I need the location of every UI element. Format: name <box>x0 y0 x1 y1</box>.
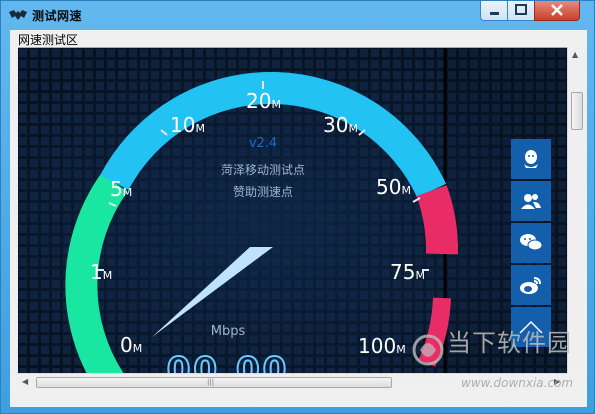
contacts-icon <box>521 194 541 209</box>
window-title: 测试网速 <box>32 9 83 23</box>
bat-logo-icon <box>9 10 27 20</box>
horizontal-scroll-thumb[interactable]: ||| <box>36 377 392 388</box>
share-wechat-button[interactable] <box>511 223 551 263</box>
scroll-up-arrow-icon[interactable]: ▲ <box>572 50 578 59</box>
server-sponsor: 赞助测速点 <box>233 185 293 199</box>
share-contacts-button[interactable] <box>511 181 551 221</box>
share-qq-button[interactable] <box>511 139 551 179</box>
speed-reading: 00.00 <box>167 350 290 374</box>
vertical-scroll-thumb[interactable] <box>571 92 583 130</box>
app-window: 测试网速 网速测试区 0M 1M 5M 10M 20M 30M 50M 75M … <box>0 0 595 414</box>
server-name: 菏泽移动测试点 <box>221 162 305 177</box>
close-button[interactable] <box>534 1 580 21</box>
title-bar[interactable]: 测试网速 <box>1 1 595 31</box>
minimize-icon <box>490 12 499 15</box>
share-weibo-button[interactable] <box>511 265 551 305</box>
weibo-icon <box>520 277 541 294</box>
watermark-title: 当下软件园 <box>447 329 572 357</box>
qq-icon <box>524 150 538 168</box>
maximize-button[interactable] <box>507 1 535 21</box>
speed-unit-label: Mbps <box>211 324 246 339</box>
scroll-left-arrow-icon[interactable]: ◀ <box>22 377 28 386</box>
scroll-grip-icon: ||| <box>207 378 215 386</box>
wechat-icon <box>520 234 543 251</box>
close-icon <box>551 4 563 16</box>
version-label: v2.4 <box>249 136 277 151</box>
group-label: 网速测试区 <box>18 31 81 48</box>
watermark-url: www.downxia.com <box>461 376 574 390</box>
maximize-icon <box>515 4 527 15</box>
minimize-button[interactable] <box>480 1 508 21</box>
gauge-arc-red-upper <box>416 185 459 255</box>
